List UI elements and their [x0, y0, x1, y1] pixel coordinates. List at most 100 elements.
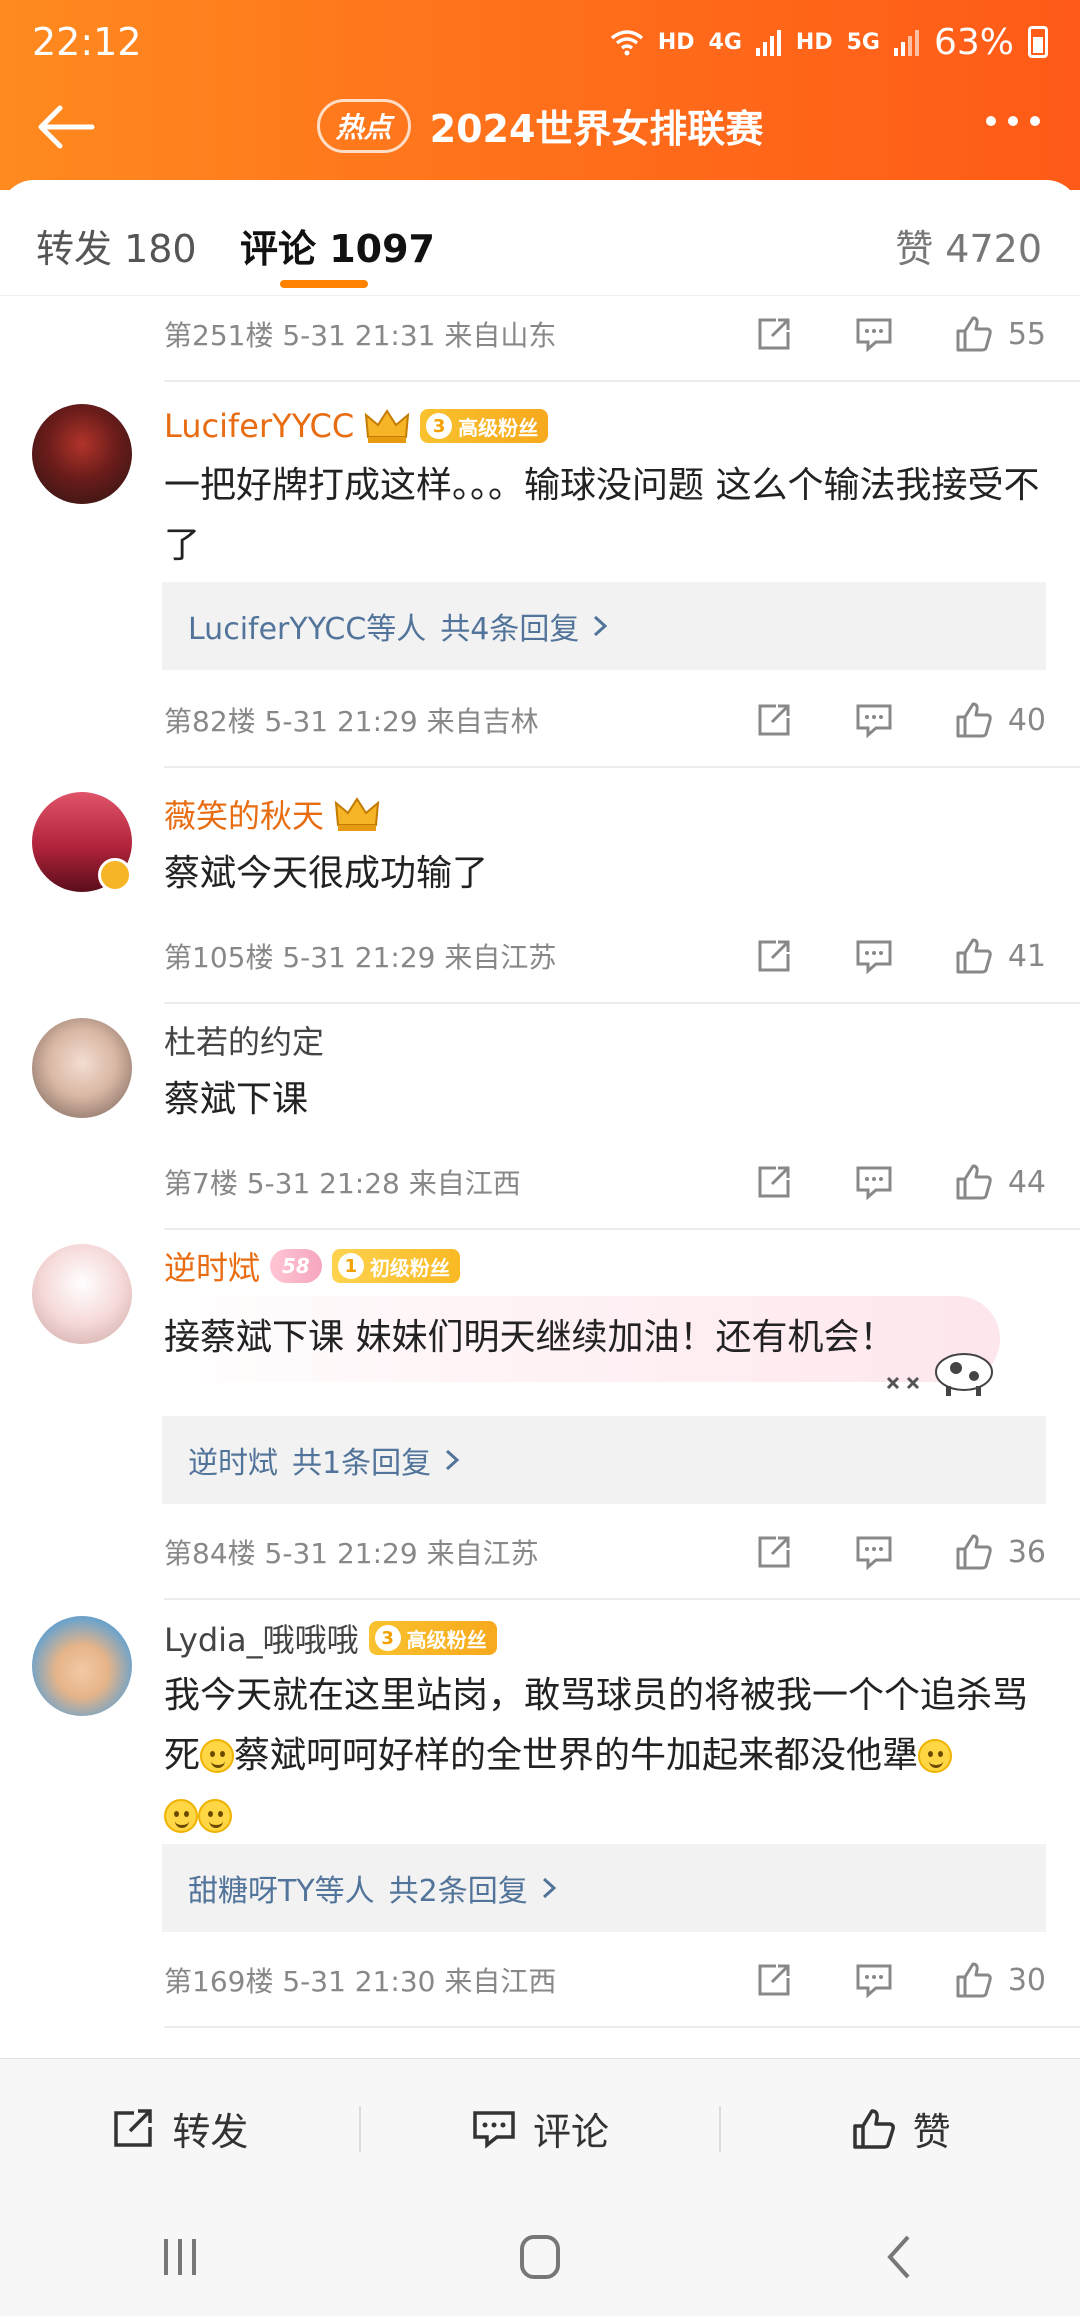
floor-info: 第84楼 5-31 21:29 来自江苏: [164, 1537, 539, 1570]
comment-actions: 40: [754, 690, 1046, 750]
comment-icon[interactable]: [854, 1960, 894, 2000]
more-dots-icon[interactable]: [986, 116, 1040, 126]
tab-repost[interactable]: 转发 180: [36, 218, 197, 273]
thumb-up-icon[interactable]: [954, 1162, 994, 1202]
chevron-right-icon: [542, 1877, 556, 1899]
username[interactable]: 杜若的约定: [164, 1017, 324, 1063]
fan-badge: 1 初级粉丝: [331, 1249, 460, 1283]
reply-count: 共1条回复: [292, 1446, 432, 1481]
repost-button[interactable]: 转发: [0, 2101, 359, 2156]
battery-icon: [1028, 26, 1048, 58]
cow-sticker-icon: [886, 1353, 993, 1396]
page-title: 2024世界女排联赛: [429, 107, 764, 151]
repost-label: 转发: [172, 2110, 249, 2154]
repost-icon: [114, 2108, 153, 2147]
like-button[interactable]: 赞: [721, 2101, 1080, 2156]
crown-icon: [364, 409, 410, 443]
thumb-up-icon: [852, 2108, 895, 2149]
tab-comment[interactable]: 评论 1097: [240, 218, 435, 273]
reply-preview[interactable]: LuciferYYCC等人 共4条回复: [162, 582, 1046, 670]
share-icon[interactable]: [754, 314, 794, 354]
hot-tag: 热点: [316, 98, 411, 153]
signal-icon: [755, 30, 781, 56]
reply-count: 共2条回复: [388, 1874, 528, 1909]
divider: [164, 2026, 1080, 2028]
floor-info: 第7楼 5-31 21:28 来自江西: [164, 1167, 521, 1200]
comment-button[interactable]: 评论: [361, 2101, 720, 2156]
reply-preview[interactable]: 甜糖呀TY等人 共2条回复: [162, 1844, 1046, 1932]
thumb-up-icon[interactable]: [954, 700, 994, 740]
crown-icon: [334, 797, 380, 831]
share-icon[interactable]: [754, 1162, 794, 1202]
smile-emoji-icon: [918, 1739, 953, 1773]
tab-active-indicator: [280, 280, 368, 288]
chevron-right-icon: [446, 1449, 460, 1471]
thumb-up-icon[interactable]: [954, 1532, 994, 1572]
comment-text: 蔡斌今天很成功输了: [164, 853, 489, 894]
comment-meta: 第82楼 5-31 21:29 来自吉林 40: [164, 690, 1080, 750]
avatar[interactable]: [32, 1244, 132, 1344]
username[interactable]: 逆时烒: [164, 1243, 260, 1289]
network-5g-label: 5G: [846, 29, 880, 55]
username[interactable]: Lydia_哦哦哦: [164, 1615, 359, 1661]
avatar[interactable]: [32, 1018, 132, 1118]
comment-actions: 55: [754, 304, 1046, 364]
reply-count: 共4条回复: [440, 612, 580, 647]
back-icon[interactable]: [870, 2231, 930, 2283]
tab-bar: 转发 180 评论 1097 赞 4720: [0, 180, 1080, 296]
username[interactable]: LuciferYYCC: [164, 407, 354, 445]
share-icon[interactable]: [754, 1960, 794, 2000]
home-icon[interactable]: [510, 2231, 570, 2283]
comment-icon[interactable]: [854, 700, 894, 740]
floor-info: 第105楼 5-31 21:29 来自江苏: [164, 941, 557, 974]
network-hd-label-2: HD: [795, 29, 833, 55]
floor-info: 第169楼 5-31 21:30 来自江西: [164, 1965, 557, 1998]
share-icon[interactable]: [754, 936, 794, 976]
avatar[interactable]: [32, 1616, 132, 1716]
comment-meta: 第7楼 5-31 21:28 来自江西 44: [164, 1152, 1080, 1212]
username[interactable]: 薇笑的秋天: [164, 791, 324, 837]
status-bar: 22:12 HD 4G HD 5G 63%: [32, 14, 1048, 70]
battery-percent: 63%: [933, 21, 1014, 63]
comment-meta: 第169楼 5-31 21:30 来自江西 30: [164, 1950, 1080, 2010]
title-bar: 热点 2024世界女排联赛: [0, 92, 1080, 162]
thumb-up-icon[interactable]: [954, 936, 994, 976]
fan-badge: 3 高级粉丝: [420, 409, 549, 443]
smile-emoji-icon: [198, 1799, 232, 1833]
tab-like[interactable]: 赞 4720: [895, 218, 1042, 273]
like-label: 赞: [912, 2110, 951, 2154]
comment-actions: 44: [754, 1152, 1046, 1212]
reply-users: LuciferYYCC等人: [188, 612, 427, 647]
status-time: 22:12: [32, 20, 142, 64]
reply-users: 逆时烒: [188, 1446, 278, 1481]
bottom-action-bar: 转发 评论 赞: [0, 2058, 1080, 2198]
comment-text-part: 蔡斌呵呵好样的全世界的牛加起来都没他犟: [234, 1735, 919, 1776]
comment-icon[interactable]: [854, 936, 894, 976]
share-icon[interactable]: [754, 700, 794, 740]
member-badge: 58: [270, 1249, 322, 1283]
thumb-up-icon[interactable]: [954, 1960, 994, 2000]
recent-apps-icon[interactable]: [150, 2231, 210, 2283]
status-icons: HD 4G HD 5G 63%: [610, 22, 1048, 63]
screen: 22:12 HD 4G HD 5G 63% 热点 2024世界女排联赛 转发 1…: [0, 0, 1080, 2316]
divider: [164, 766, 1080, 768]
wifi-icon: [610, 30, 643, 56]
comment-icon[interactable]: [854, 1532, 894, 1572]
signal-icon-2: [893, 30, 919, 56]
comment-text: 蔡斌下课: [164, 1079, 309, 1120]
user-row: Lydia_哦哦哦 3 高级粉丝: [164, 1616, 497, 1660]
comment-meta: 第251楼 5-31 21:31 来自山东 55: [164, 304, 1080, 364]
thumb-up-icon[interactable]: [954, 314, 994, 354]
comment-icon[interactable]: [854, 1162, 894, 1202]
user-row: 杜若的约定: [164, 1018, 324, 1062]
comment-actions: 30: [754, 1950, 1046, 2010]
comment-icon[interactable]: [854, 314, 894, 354]
avatar[interactable]: [32, 404, 132, 504]
app-header: 22:12 HD 4G HD 5G 63% 热点 2024世界女排联赛: [0, 0, 1080, 190]
verified-badge-icon: [98, 858, 132, 892]
floor-info: 第82楼 5-31 21:29 来自吉林: [164, 705, 539, 738]
comment-text: 一把好牌打成这样。。。输球没问题 这么个输法我接受不了: [164, 465, 1040, 566]
reply-preview[interactable]: 逆时烒 共1条回复: [162, 1416, 1046, 1504]
share-icon[interactable]: [754, 1532, 794, 1572]
network-hd-label: HD: [657, 29, 695, 55]
